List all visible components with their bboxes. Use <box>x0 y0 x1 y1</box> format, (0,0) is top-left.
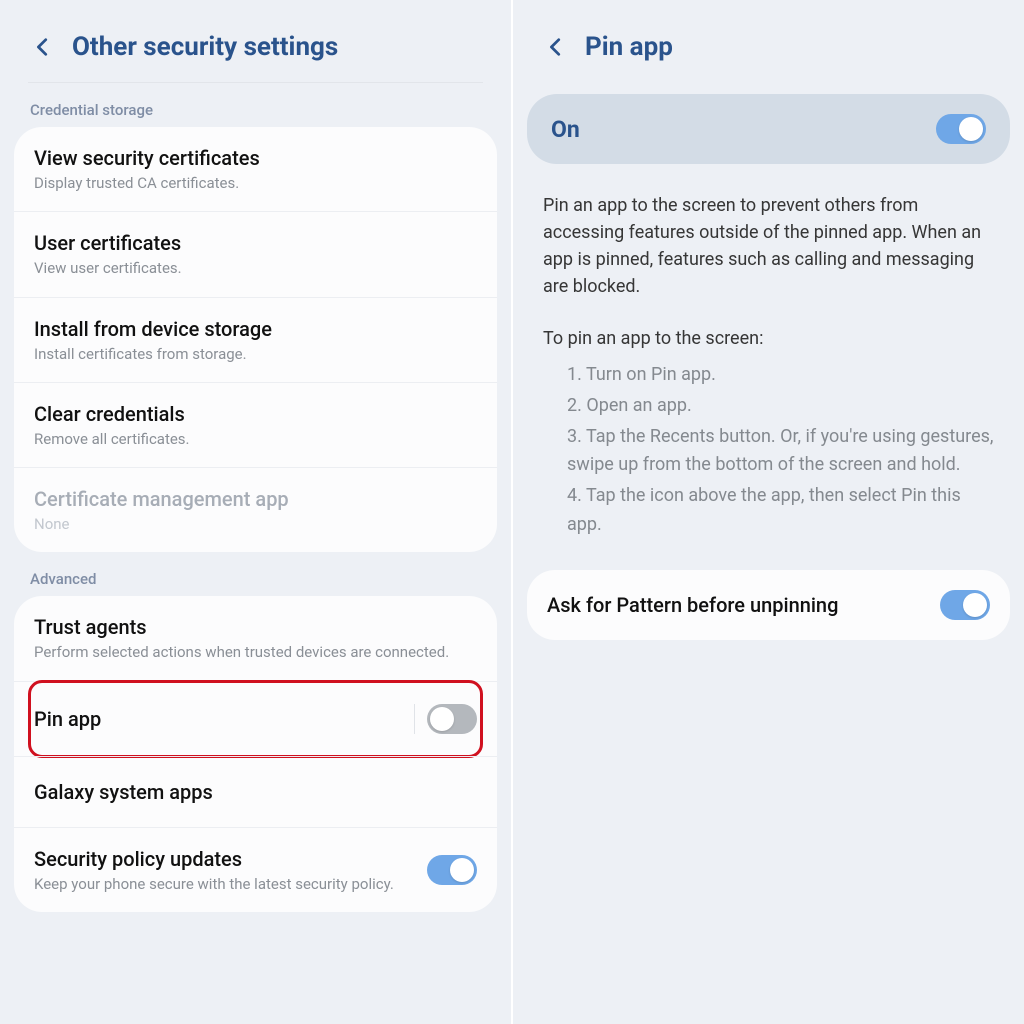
row-sub: Perform selected actions when trusted de… <box>34 642 477 662</box>
row-title: View security certificates <box>34 145 477 171</box>
row-user-certificates[interactable]: User certificates View user certificates… <box>14 211 497 296</box>
row-title: Galaxy system apps <box>34 779 477 805</box>
row-sub: Remove all certificates. <box>34 429 477 449</box>
step-4: 4. Tap the icon above the app, then sele… <box>567 482 994 540</box>
row-sub: Keep your phone secure with the latest s… <box>34 874 417 894</box>
section-label-credential-storage: Credential storage <box>0 83 511 127</box>
row-trust-agents[interactable]: Trust agents Perform selected actions wh… <box>14 596 497 680</box>
row-pin-app[interactable]: Pin app <box>14 681 497 756</box>
right-pane: Pin app On Pin an app to the screen to p… <box>513 0 1024 1024</box>
row-title: Install from device storage <box>34 316 477 342</box>
row-title: Clear credentials <box>34 401 477 427</box>
left-header: Other security settings <box>0 0 511 72</box>
row-ask-pattern[interactable]: Ask for Pattern before unpinning <box>527 572 1010 638</box>
row-clear-credentials[interactable]: Clear credentials Remove all certificate… <box>14 382 497 467</box>
credential-storage-card: View security certificates Display trust… <box>14 127 497 552</box>
row-title: Trust agents <box>34 614 477 640</box>
step-3: 3. Tap the Recents button. Or, if you're… <box>567 423 994 481</box>
row-sub: Install certificates from storage. <box>34 344 477 364</box>
row-galaxy-system-apps[interactable]: Galaxy system apps <box>14 756 497 827</box>
back-icon[interactable] <box>541 32 571 62</box>
right-header: Pin app <box>513 0 1024 72</box>
page-title: Other security settings <box>72 32 338 62</box>
row-sub: None <box>34 514 477 534</box>
left-pane: Other security settings Credential stora… <box>0 0 511 1024</box>
advanced-card: Trust agents Perform selected actions wh… <box>14 596 497 912</box>
pin-app-description: Pin an app to the screen to prevent othe… <box>543 192 994 300</box>
pin-app-info: Pin an app to the screen to prevent othe… <box>513 164 1024 552</box>
pin-app-steps: 1. Turn on Pin app. 2. Open an app. 3. T… <box>543 361 994 540</box>
section-label-advanced: Advanced <box>0 552 511 596</box>
back-icon[interactable] <box>28 32 58 62</box>
row-title: Pin app <box>34 706 404 732</box>
toggle-separator <box>414 704 415 734</box>
row-sub: Display trusted CA certificates. <box>34 173 477 193</box>
row-sub: View user certificates. <box>34 258 477 278</box>
row-title: User certificates <box>34 230 477 256</box>
pin-app-steps-lead: To pin an app to the screen: <box>543 328 994 349</box>
step-1: 1. Turn on Pin app. <box>567 361 994 390</box>
pin-app-state-label: On <box>551 116 580 143</box>
step-2: 2. Open an app. <box>567 392 994 421</box>
row-view-security-certificates[interactable]: View security certificates Display trust… <box>14 127 497 211</box>
row-security-policy-updates[interactable]: Security policy updates Keep your phone … <box>14 827 497 912</box>
pin-app-toggle[interactable] <box>427 704 477 734</box>
page-title: Pin app <box>585 32 673 62</box>
ask-pattern-card: Ask for Pattern before unpinning <box>527 570 1010 640</box>
row-title: Security policy updates <box>34 846 417 872</box>
security-policy-toggle[interactable] <box>427 855 477 885</box>
row-title: Certificate management app <box>34 486 477 512</box>
row-certificate-management-app[interactable]: Certificate management app None <box>14 467 497 552</box>
row-install-from-device-storage[interactable]: Install from device storage Install cert… <box>14 297 497 382</box>
row-title: Ask for Pattern before unpinning <box>547 592 930 618</box>
pin-app-master-toggle[interactable] <box>936 114 986 144</box>
pin-app-master-toggle-row[interactable]: On <box>527 94 1010 164</box>
ask-pattern-toggle[interactable] <box>940 590 990 620</box>
